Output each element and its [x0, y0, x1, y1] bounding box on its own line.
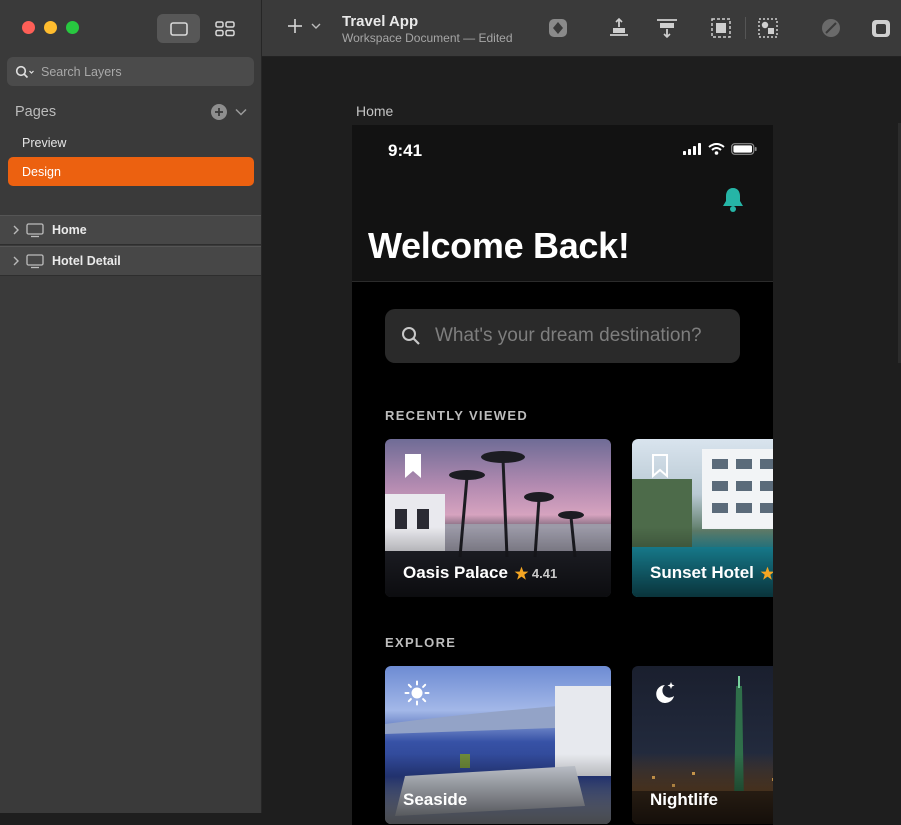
card-gradient	[385, 754, 611, 824]
document-title: Travel App	[342, 13, 419, 30]
page-item-design[interactable]: Design	[8, 157, 254, 186]
symbol-button[interactable]	[546, 16, 570, 40]
bookmark-button[interactable]	[404, 453, 422, 484]
layer-item-label: Home	[52, 223, 87, 237]
align-bottom-button[interactable]	[607, 16, 631, 40]
canvas[interactable]: Home 9:41 Welcome Back! What's your drea…	[262, 57, 901, 825]
layer-item-home[interactable]: Home	[0, 215, 261, 245]
wifi-icon	[708, 143, 725, 155]
search-layers-placeholder: Search Layers	[41, 64, 122, 79]
document-status: Workspace Document — Edited	[342, 31, 513, 45]
search-icon	[402, 327, 420, 345]
flatten-icon	[872, 20, 890, 37]
page-item-label: Preview	[22, 135, 67, 150]
chevron-right-icon[interactable]	[12, 256, 20, 266]
destination-search-input[interactable]: What's your dream destination?	[385, 309, 740, 363]
hotel-card-sunset-hotel[interactable]: Sunset Hotel	[632, 439, 773, 597]
signal-icon	[683, 143, 701, 155]
add-page-button[interactable]	[211, 104, 227, 120]
card-caption: Sunset Hotel	[650, 563, 773, 583]
card-caption: Nightlife	[650, 790, 718, 810]
toolbar: Travel App Workspace Document — Edited	[262, 0, 901, 57]
star-icon	[760, 566, 773, 580]
hotel-rating	[760, 566, 773, 581]
search-icon	[15, 65, 34, 78]
explore-name: Seaside	[403, 790, 468, 809]
battery-icon	[731, 143, 757, 155]
card-gradient	[385, 527, 611, 597]
chevron-down-icon	[311, 23, 321, 29]
group-icon	[711, 18, 731, 38]
hotel-card-oasis-palace[interactable]: Oasis Palace 4.41	[385, 439, 611, 597]
artboard-home[interactable]: 9:41 Welcome Back! What's your dream des…	[352, 125, 773, 825]
explore-title: EXPLORE	[385, 635, 457, 650]
ungroup-button[interactable]	[756, 16, 780, 40]
notifications-button[interactable]	[721, 186, 745, 218]
artboard-icon	[26, 222, 44, 237]
plus-icon	[288, 19, 302, 33]
hotel-name: Oasis Palace	[403, 563, 508, 582]
chevron-right-icon[interactable]	[12, 225, 20, 235]
insert-button[interactable]	[286, 17, 321, 35]
align-top-button[interactable]	[655, 16, 679, 40]
artboard-label[interactable]: Home	[356, 103, 393, 119]
align-top-icon	[657, 19, 677, 39]
mask-button[interactable]	[819, 16, 843, 40]
explore-name: Nightlife	[650, 790, 718, 809]
explore-card-seaside[interactable]: Seaside	[385, 666, 611, 824]
artboard-icon	[26, 253, 44, 268]
flatten-button[interactable]	[869, 16, 893, 40]
bookmark-icon	[405, 454, 421, 478]
align-bottom-icon	[610, 17, 628, 36]
star-icon	[514, 566, 529, 580]
status-time: 9:41	[388, 141, 423, 160]
minimize-window-button[interactable]	[44, 21, 57, 34]
bookmark-button[interactable]	[651, 453, 669, 484]
rating-value: 4.41	[531, 565, 558, 581]
card-caption: Seaside	[403, 790, 467, 810]
welcome-heading: Welcome Back!	[368, 225, 630, 266]
symbol-icon	[549, 19, 567, 37]
hotel-rating: 4.41	[514, 566, 557, 581]
ungroup-icon	[758, 18, 778, 38]
card-caption: Oasis Palace 4.41	[403, 563, 557, 583]
bookmark-outline-icon	[652, 454, 668, 479]
sun-icon	[404, 680, 430, 706]
hotel-name: Sunset Hotel	[650, 563, 754, 582]
pages-title: Pages	[15, 104, 57, 120]
grid-view-button[interactable]	[203, 14, 246, 43]
mask-icon	[822, 19, 840, 37]
sidebar: Search Layers Pages Preview Design Home …	[0, 0, 262, 813]
plus-icon	[215, 108, 223, 116]
zoom-window-button[interactable]	[66, 21, 79, 34]
single-view-button[interactable]	[157, 14, 200, 43]
layer-item-label: Hotel Detail	[52, 254, 121, 268]
recently-viewed-title: RECENTLY VIEWED	[385, 408, 529, 423]
page-item-preview[interactable]: Preview	[8, 128, 254, 157]
category-icon	[651, 680, 677, 711]
pages-header: Pages	[15, 102, 247, 122]
card-gradient	[632, 527, 773, 597]
card-gradient	[632, 754, 773, 824]
status-icons	[683, 143, 757, 155]
destination-search-placeholder: What's your dream destination?	[435, 325, 702, 346]
layer-item-hotel-detail[interactable]: Hotel Detail	[0, 246, 261, 276]
chevron-down-icon[interactable]	[235, 108, 247, 116]
search-layers-input[interactable]: Search Layers	[7, 57, 254, 86]
rectangle-icon	[169, 21, 188, 36]
close-window-button[interactable]	[22, 21, 35, 34]
grid-icon	[214, 20, 235, 36]
bell-icon	[723, 188, 743, 212]
app-header: 9:41 Welcome Back!	[352, 125, 773, 282]
group-button[interactable]	[709, 16, 733, 40]
explore-card-nightlife[interactable]: Nightlife	[632, 666, 773, 824]
moon-stars-icon	[656, 682, 675, 703]
page-item-label: Design	[22, 164, 61, 179]
category-icon	[404, 680, 430, 711]
toolbar-divider	[745, 17, 746, 39]
